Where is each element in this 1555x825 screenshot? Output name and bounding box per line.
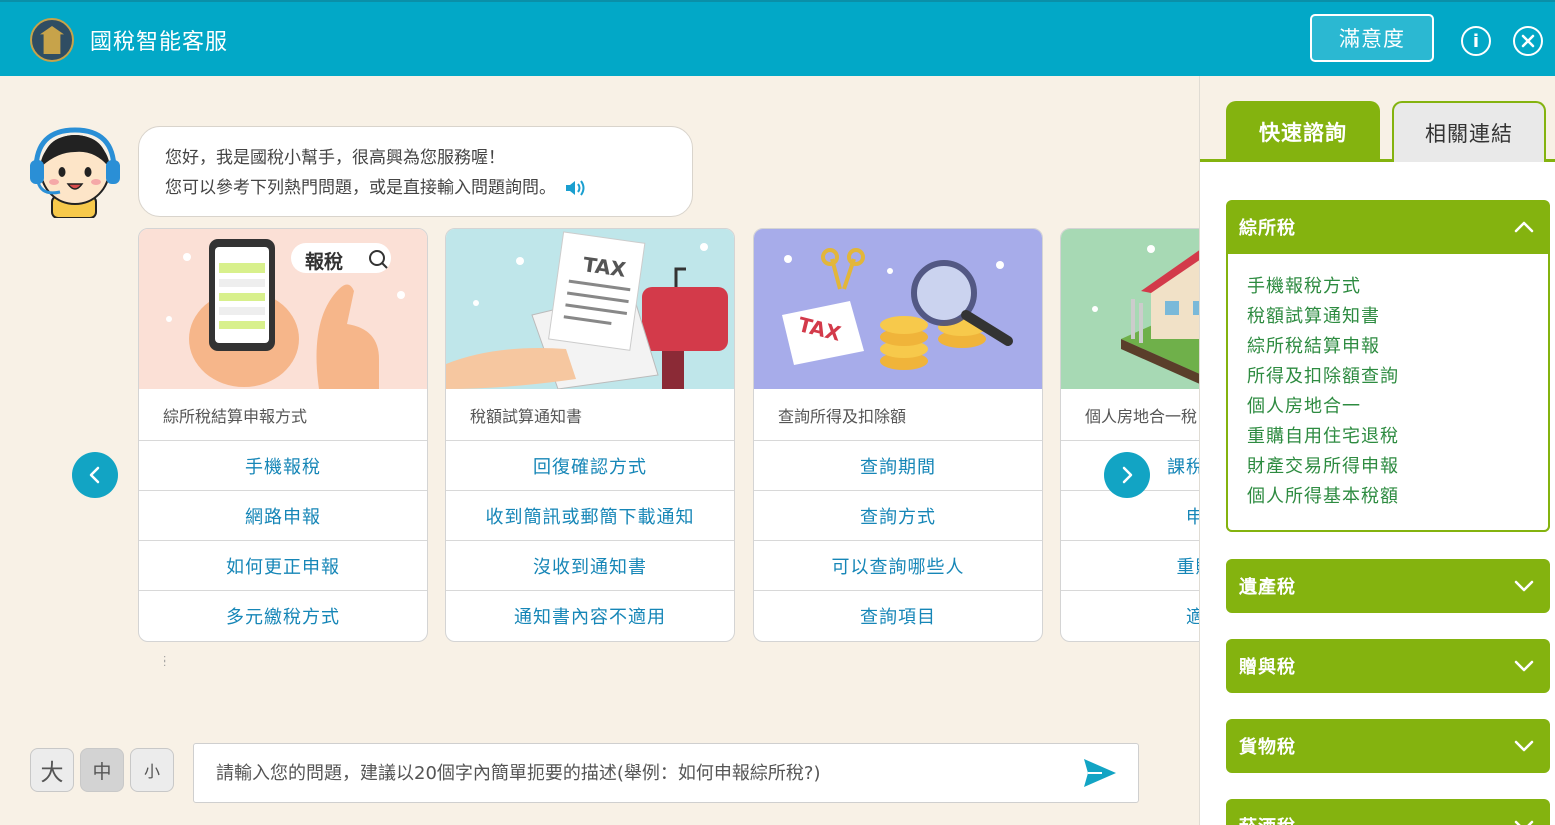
faq-card: TAX 查詢所得及扣除額 查詢期間 查詢方式 可以查詢哪些人 查詢項目 [753,228,1043,642]
faq-link-payment-methods[interactable]: 多元繳稅方式 [139,591,427,641]
card-image-label: 報稅 [305,251,344,273]
accordion-title: 贈與稅 [1239,657,1296,678]
accordion-title: 遺產稅 [1239,577,1296,598]
send-icon[interactable] [1082,757,1118,789]
faq-link-query-period[interactable]: 查詢期間 [754,441,1042,491]
faq-link-query-items[interactable]: 查詢項目 [754,591,1042,641]
accordion-income-tax: 綜所稅 手機報稅方式 稅額試算通知書 綜所稅結算申報 所得及扣除額查詢 個人房地… [1226,200,1550,532]
accordion-commodity-tax: 貨物稅 [1226,719,1550,773]
faq-link-notice-not-applicable[interactable]: 通知書內容不適用 [446,591,734,641]
faq-card: 個人房地合一稅 課稅及免 申報 重購退 適用 [1060,228,1199,642]
faq-carousel: 報稅 綜所稅結算申報方式 手機報稅 網路申報 如何更正申報 多元繳稅方式 TAX… [0,228,1199,648]
card-title: 稅額試算通知書 [446,389,734,441]
greeting-line-1: 您好，我是國稅小幫手，很高興為您服務喔！ [165,148,505,168]
accordion-header-tobacco-alcohol-tax[interactable]: 菸酒稅 [1226,799,1550,825]
faq-card: 報稅 綜所稅結算申報方式 手機報稅 網路申報 如何更正申報 多元繳稅方式 [138,228,428,642]
sidebar-item-phone-filing[interactable]: 手機報稅方式 [1247,272,1528,302]
font-size-large-button[interactable]: 大 [30,748,74,792]
faq-link-applicable[interactable]: 適用 [1061,591,1199,641]
sidebar-item-income-query[interactable]: 所得及扣除額查詢 [1247,362,1528,392]
faq-link-no-notice[interactable]: 沒收到通知書 [446,541,734,591]
card-title: 查詢所得及扣除額 [754,389,1042,441]
bot-avatar-icon [30,127,120,218]
accordion-header-gift-tax[interactable]: 贈與稅 [1226,639,1550,693]
question-input[interactable] [193,743,1139,803]
sidebar-item-repurchase-refund[interactable]: 重購自用住宅退稅 [1247,422,1528,452]
tab-related-links[interactable]: 相關連結 [1392,101,1546,162]
accordion-tobacco-alcohol-tax: 菸酒稅 [1226,799,1550,825]
satisfaction-button[interactable]: 滿意度 [1310,14,1434,62]
chevron-down-icon [1514,660,1534,672]
chevron-down-icon [1514,580,1534,592]
card-image-tax-notice: TAX [446,229,734,389]
card-image-income-query: TAX [754,229,1042,389]
card-image-house-land [1061,229,1199,389]
chevron-up-icon [1514,221,1534,233]
accordion-header-income-tax[interactable]: 綜所稅 [1226,200,1550,254]
carousel-prev-button[interactable] [72,452,118,498]
header-bar: 國稅智能客服 滿意度 i [0,0,1555,76]
font-size-small-button[interactable]: 小 [130,748,174,792]
greeting-bubble: 您好，我是國稅小幫手，很高興為您服務喔！ 您可以參考下列熱門問題，或是直接輸入問… [138,126,693,217]
sidebar-item-basic-tax[interactable]: 個人所得基本稅額 [1247,482,1528,512]
drag-handle-icon: :: [163,653,167,669]
accordion-header-estate-tax[interactable]: 遺產稅 [1226,559,1550,613]
card-title: 個人房地合一稅 [1061,389,1199,441]
greeting-line-2: 您可以參考下列熱門問題，或是直接輸入問題詢問。 [165,178,556,198]
accordion-title: 菸酒稅 [1239,813,1296,825]
faq-card: TAX 稅額試算通知書 回復確認方式 收到簡訊或郵簡下載通知 沒收到通知書 通知… [445,228,735,642]
sidebar-tab-strip: 快速諮詢 相關連結 [1200,76,1555,162]
tab-quick-inquiry[interactable]: 快速諮詢 [1226,101,1380,162]
faq-link-query-who[interactable]: 可以查詢哪些人 [754,541,1042,591]
chevron-right-icon [1122,466,1133,484]
faq-link-correct-filing[interactable]: 如何更正申報 [139,541,427,591]
accordion-gift-tax: 贈與稅 [1226,639,1550,693]
card-image-phone-filing: 報稅 [139,229,427,389]
sidebar-item-house-land[interactable]: 個人房地合一 [1247,392,1528,422]
faq-link-reply-confirm[interactable]: 回復確認方式 [446,441,734,491]
chevron-down-icon [1514,820,1534,825]
chevron-down-icon [1514,740,1534,752]
faq-link-filing[interactable]: 申報 [1061,491,1199,541]
close-icon[interactable] [1513,26,1543,56]
card-title: 綜所稅結算申報方式 [139,389,427,441]
faq-link-repurchase[interactable]: 重購退 [1061,541,1199,591]
accordion-title: 貨物稅 [1239,737,1296,758]
sidebar-item-property-transaction[interactable]: 財產交易所得申報 [1247,452,1528,482]
accordion-title: 綜所稅 [1239,218,1296,239]
font-size-medium-button[interactable]: 中 [80,748,124,792]
accordion-header-commodity-tax[interactable]: 貨物稅 [1226,719,1550,773]
carousel-next-button[interactable] [1104,452,1150,498]
speaker-icon[interactable] [564,179,586,197]
faq-link-online-filing[interactable]: 網路申報 [139,491,427,541]
accordion-estate-tax: 遺產稅 [1226,559,1550,613]
app-title: 國稅智能客服 [90,30,229,55]
faq-link-query-method[interactable]: 查詢方式 [754,491,1042,541]
accordion-body-income-tax: 手機報稅方式 稅額試算通知書 綜所稅結算申報 所得及扣除額查詢 個人房地合一 重… [1226,254,1550,532]
faq-link-sms-download[interactable]: 收到簡訊或郵簡下載通知 [446,491,734,541]
info-icon[interactable]: i [1461,26,1491,56]
tax-agency-logo [30,18,74,62]
sidebar-item-tax-notice[interactable]: 稅額試算通知書 [1247,302,1528,332]
sidebar-item-income-filing[interactable]: 綜所稅結算申報 [1247,332,1528,362]
quick-inquiry-sidebar: 快速諮詢 相關連結 綜所稅 手機報稅方式 稅額試算通知書 綜所稅結算申報 所得及… [1199,76,1555,825]
faq-link-phone-filing[interactable]: 手機報稅 [139,441,427,491]
chevron-left-icon [89,466,100,484]
